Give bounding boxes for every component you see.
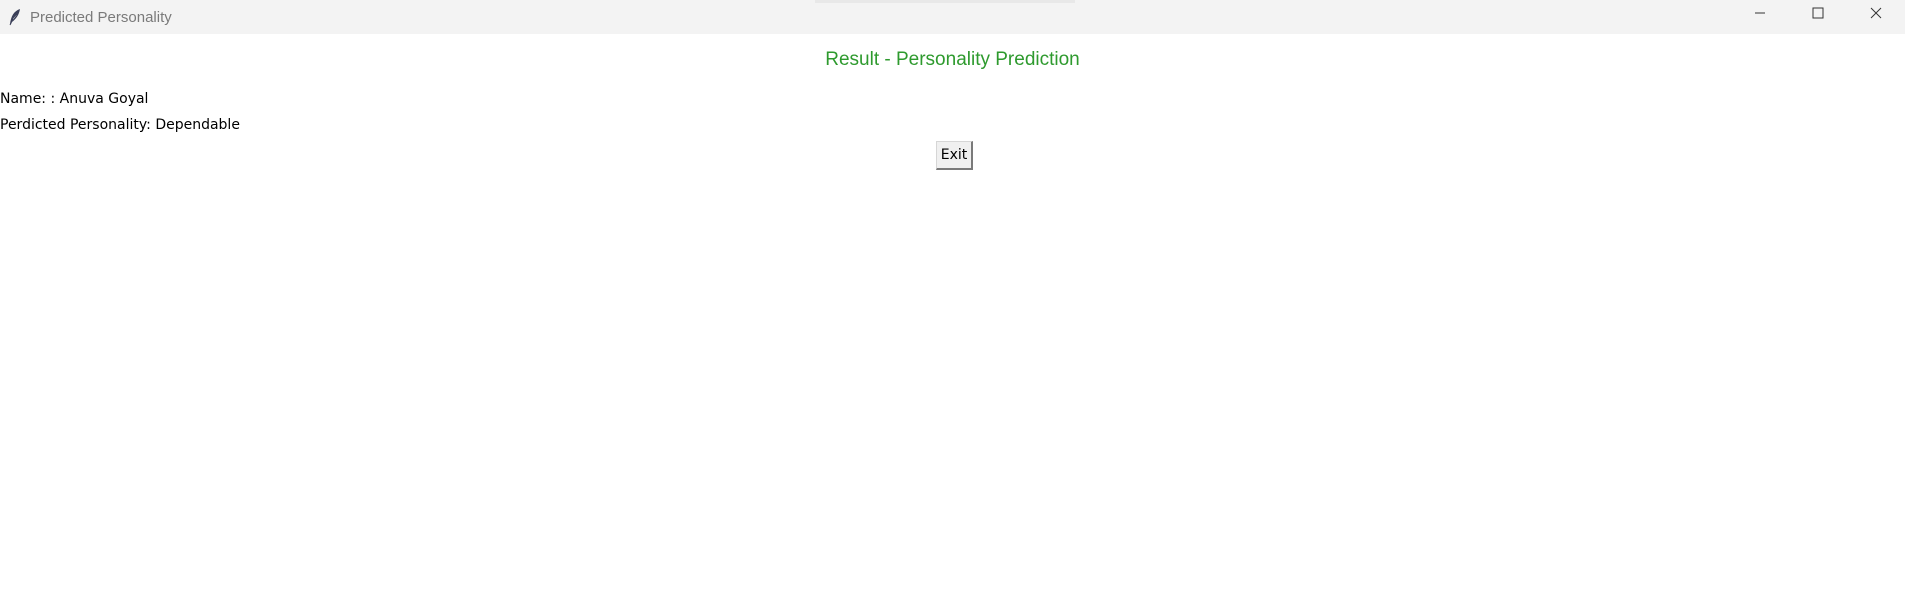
- title-bar[interactable]: Predicted Personality: [0, 0, 1905, 34]
- close-button[interactable]: [1847, 0, 1905, 30]
- window-title: Predicted Personality: [30, 8, 172, 26]
- close-icon: [1870, 6, 1882, 24]
- name-label: Name: :: [0, 91, 60, 107]
- minimize-icon: [1754, 6, 1766, 24]
- personality-label: Perdicted Personality:: [0, 117, 156, 133]
- minimize-button[interactable]: [1731, 0, 1789, 30]
- personality-value: Dependable: [155, 117, 240, 133]
- personality-row: Perdicted Personality: Dependable: [0, 117, 240, 133]
- name-row: Name: : Anuva Goyal: [0, 91, 148, 107]
- exit-button[interactable]: Exit: [936, 141, 973, 170]
- title-bar-shadow: [815, 0, 1075, 3]
- maximize-button[interactable]: [1789, 0, 1847, 30]
- maximize-icon: [1812, 6, 1824, 24]
- page-title: Result - Personality Prediction: [825, 49, 1080, 70]
- feather-icon: [8, 8, 22, 26]
- app-window: Predicted Personality Result - Personali…: [0, 0, 1905, 592]
- main-content: Result - Personality Prediction Name: : …: [0, 34, 1905, 592]
- window-controls: [1731, 0, 1905, 30]
- name-value: Anuva Goyal: [59, 91, 149, 107]
